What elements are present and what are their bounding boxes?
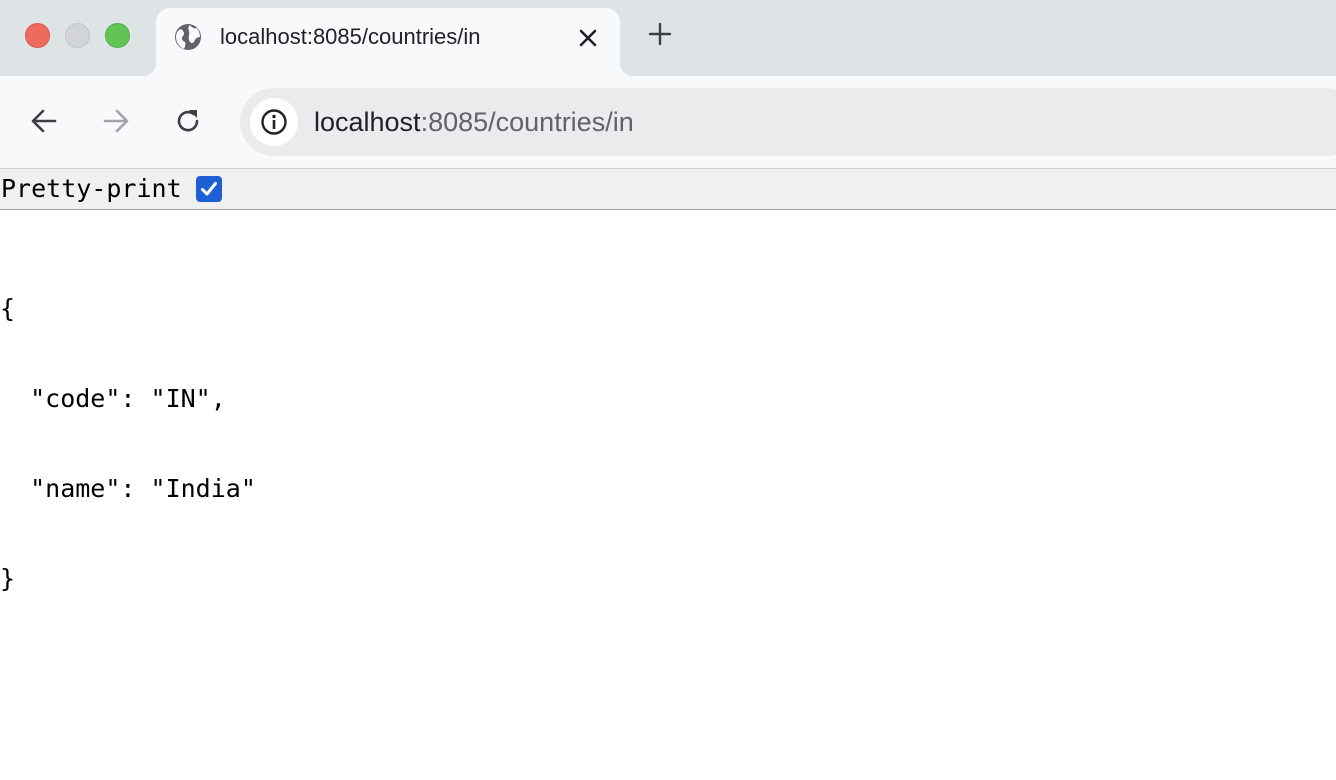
window-minimize-button[interactable] [65, 23, 90, 48]
url-path: :8085/countries/in [420, 107, 634, 137]
arrow-left-icon[interactable] [27, 104, 61, 138]
arrow-right-icon[interactable] [99, 104, 133, 138]
json-line: } [0, 564, 16, 593]
pretty-print-checkbox[interactable] [196, 176, 222, 202]
pretty-print-label: Pretty-print [1, 174, 182, 203]
url-text[interactable]: localhost:8085/countries/in [314, 106, 634, 138]
json-line: "code": "IN", [0, 384, 226, 413]
json-output: { "code": "IN", "name": "India" } [0, 234, 256, 654]
info-icon[interactable] [250, 98, 298, 146]
json-line: { [0, 294, 16, 323]
reload-icon[interactable] [171, 104, 205, 138]
browser-window: localhost:8085/countries/in localhost:80… [0, 0, 1336, 780]
close-icon[interactable] [574, 24, 602, 52]
tab-strip: localhost:8085/countries/in [0, 0, 1336, 76]
address-bar[interactable]: localhost:8085/countries/in [240, 88, 1336, 156]
window-zoom-button[interactable] [105, 23, 130, 48]
globe-icon [173, 22, 203, 52]
url-host: localhost [314, 107, 421, 137]
checkmark-icon [201, 182, 217, 196]
tab-active[interactable]: localhost:8085/countries/in [142, 8, 634, 76]
window-close-button[interactable] [25, 23, 50, 48]
tab-title: localhost:8085/countries/in [220, 24, 481, 49]
pretty-print-bar: Pretty-print [0, 168, 1336, 210]
json-line: "name": "India" [0, 474, 256, 503]
toolbar: localhost:8085/countries/in [0, 76, 1336, 168]
page-content: Pretty-print { "code": "IN", "name": "In… [0, 168, 1336, 780]
plus-icon[interactable] [645, 19, 675, 49]
